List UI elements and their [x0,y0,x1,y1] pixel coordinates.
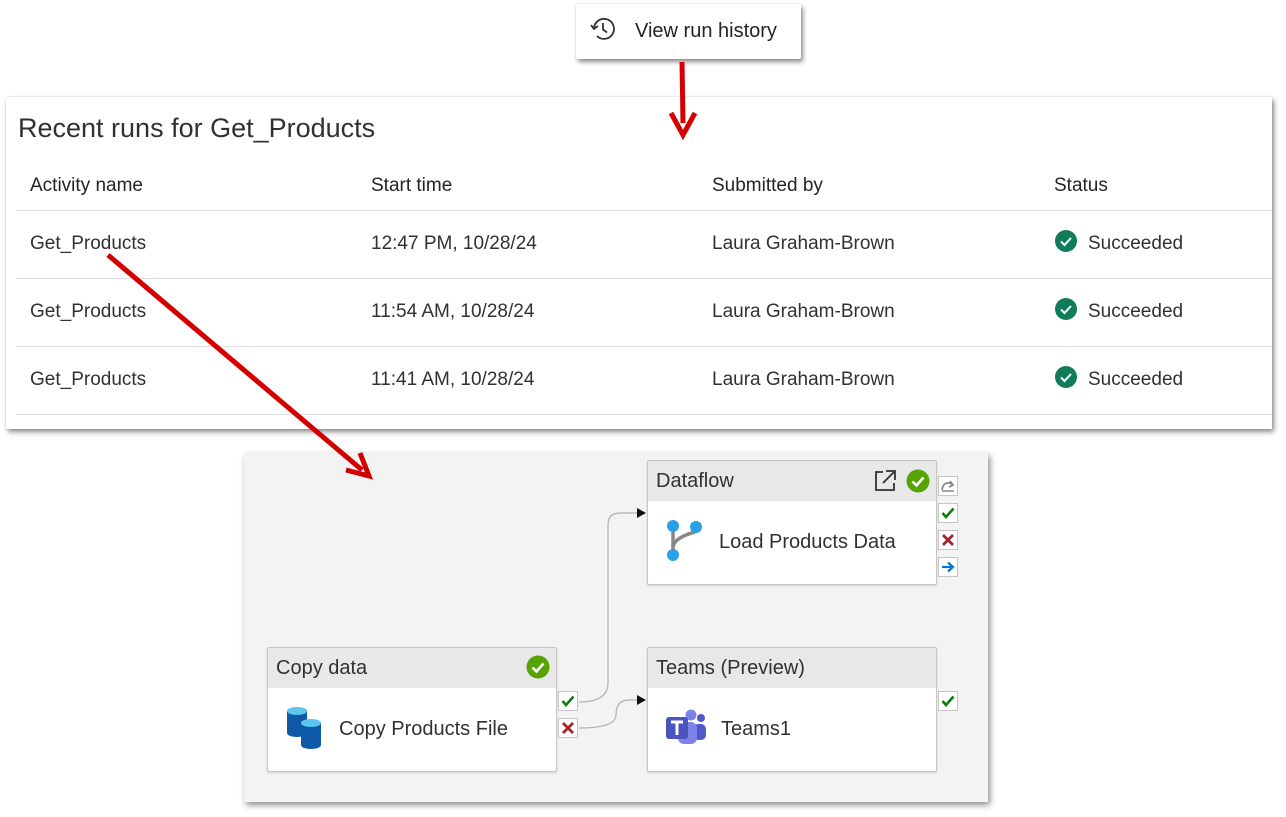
submitted-by-cell: Laura Graham-Brown [698,278,1040,347]
database-icon [285,705,325,755]
pipeline-canvas[interactable]: Dataflow Load Products Data Teams (Previ… [244,453,988,802]
teams-node-type: Teams (Preview) [656,656,805,679]
dataflow-activity-node[interactable]: Dataflow Load Products Data [647,460,937,585]
status-cell: Succeeded [1040,210,1272,279]
view-run-history-label: View run history [635,20,777,42]
history-icon [588,14,618,49]
column-header-activity-name[interactable]: Activity name [16,163,357,211]
table-row[interactable]: Get_Products 11:54 AM, 10/28/24 Laura Gr… [16,278,1272,347]
submitted-by-cell: Laura Graham-Brown [698,346,1040,415]
success-port[interactable] [558,691,578,711]
teams-activity-node[interactable]: Teams (Preview) Teams1 [647,647,937,772]
recent-runs-panel: Recent runs for Get_Products Activity na… [6,97,1272,429]
column-header-submitted-by[interactable]: Submitted by [698,163,1040,211]
status-text: Succeeded [1088,369,1184,390]
activity-name-cell[interactable]: Get_Products [16,346,357,415]
view-run-history-button[interactable]: View run history [576,4,801,59]
success-port[interactable] [938,691,958,711]
recent-runs-table: Activity name Start time Submitted by St… [16,163,1272,415]
success-check-icon [526,655,550,685]
table-header-row: Activity name Start time Submitted by St… [16,163,1272,211]
activity-name-cell[interactable]: Get_Products [16,278,357,347]
start-time-cell: 11:41 AM, 10/28/24 [357,346,698,415]
success-port[interactable] [938,503,958,523]
success-check-icon [906,469,930,499]
submitted-by-cell: Laura Graham-Brown [698,210,1040,279]
teams-icon [665,707,707,753]
activity-name-cell[interactable]: Get_Products [16,210,357,279]
failure-port[interactable] [558,718,578,738]
skip-port[interactable] [938,476,958,496]
status-text: Succeeded [1088,301,1184,322]
column-header-status[interactable]: Status [1040,163,1272,211]
check-circle-icon [1054,365,1088,395]
open-external-icon[interactable] [872,468,898,500]
status-cell: Succeeded [1040,346,1272,415]
dataflow-icon [665,518,705,568]
copy-node-name: Copy Products File [339,718,508,740]
recent-runs-title: Recent runs for Get_Products [18,113,376,143]
status-text: Succeeded [1088,233,1184,254]
copy-data-activity-node[interactable]: Copy data Copy Products File [267,647,557,772]
copy-node-type: Copy data [276,656,368,679]
failure-port[interactable] [938,530,958,550]
start-time-cell: 11:54 AM, 10/28/24 [357,278,698,347]
check-circle-icon [1054,229,1088,259]
table-row[interactable]: Get_Products 12:47 PM, 10/28/24 Laura Gr… [16,210,1272,279]
dataflow-node-name: Load Products Data [719,531,896,553]
table-row[interactable]: Get_Products 11:41 AM, 10/28/24 Laura Gr… [16,346,1272,415]
teams-node-name: Teams1 [721,718,792,740]
start-time-cell: 12:47 PM, 10/28/24 [357,210,698,279]
status-cell: Succeeded [1040,278,1272,347]
completion-port[interactable] [938,557,958,577]
dataflow-node-type: Dataflow [656,469,734,492]
check-circle-icon [1054,297,1088,327]
column-header-start-time[interactable]: Start time [357,163,698,211]
